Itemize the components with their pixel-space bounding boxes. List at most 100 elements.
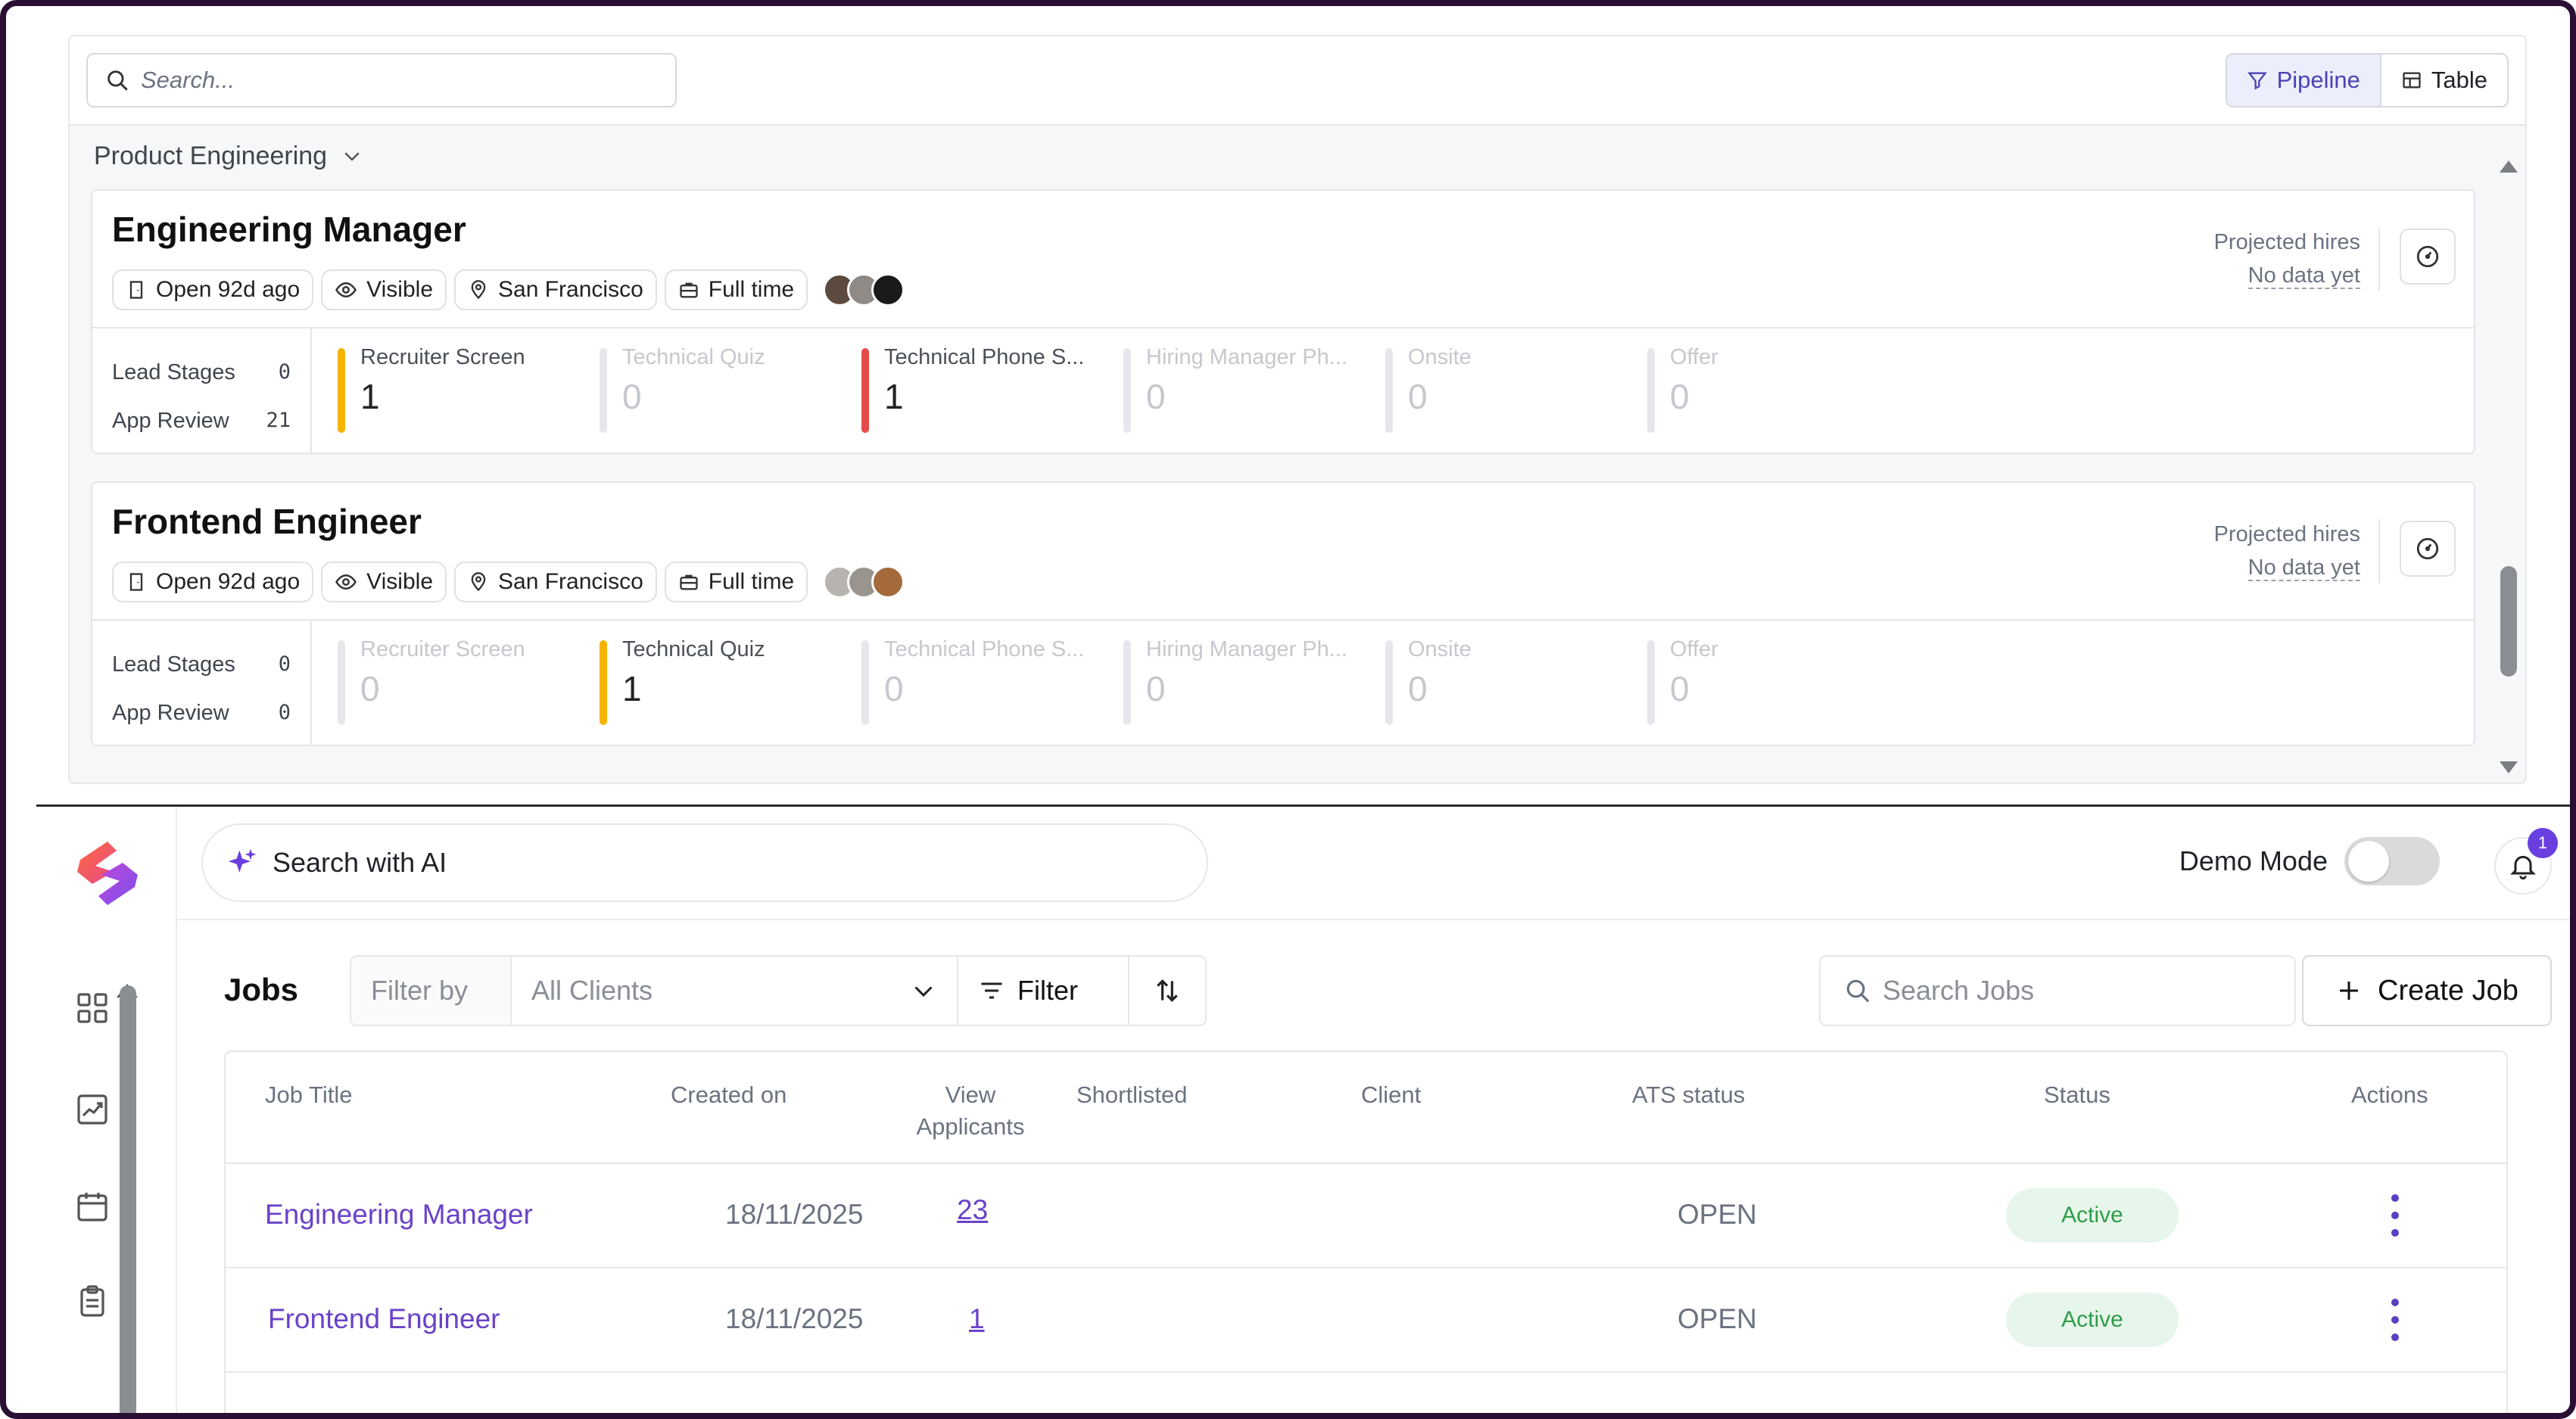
job-title-link[interactable]: Engineering Manager — [265, 1199, 533, 1231]
filter-lines-icon — [981, 982, 1002, 999]
map-pin-icon — [471, 572, 486, 592]
stage-indicator — [338, 640, 345, 725]
lead-stages-count[interactable]: 0 — [279, 640, 291, 689]
app-logo[interactable] — [71, 839, 144, 908]
col-client[interactable]: Client — [1361, 1079, 1421, 1111]
stage-count: 0 — [622, 377, 642, 416]
stage-count: 0 — [1670, 669, 1690, 708]
door-icon — [129, 281, 143, 299]
pipeline-view-button[interactable]: Pipeline — [2226, 54, 2381, 106]
stage-name: Technical Phone S... — [884, 345, 1085, 369]
applicants-count-link[interactable]: 23 — [957, 1194, 988, 1226]
scroll-thumb[interactable] — [2500, 566, 2517, 677]
col-created-on[interactable]: Created on — [671, 1079, 787, 1111]
table-row[interactable]: Engineering Manager 18/11/2025 23 OPEN A… — [226, 1164, 2506, 1268]
client-select[interactable]: All Clients — [512, 957, 958, 1025]
plus-icon — [2340, 982, 2359, 1000]
scroll-up-arrow[interactable] — [2500, 160, 2518, 173]
sort-button[interactable] — [1129, 957, 1205, 1025]
search-jobs-box[interactable] — [1819, 955, 2296, 1026]
app-review-count[interactable]: 0 — [279, 689, 291, 737]
row-actions-kebab-icon[interactable] — [2388, 1194, 2403, 1237]
hiring-team-avatars[interactable] — [823, 273, 905, 307]
app-review-count[interactable]: 21 — [266, 397, 291, 445]
stage-name: Technical Phone S... — [884, 637, 1085, 661]
stage-count: 0 — [1408, 669, 1428, 708]
stage-indicator — [861, 348, 869, 433]
applicants-count-link[interactable]: 1 — [969, 1303, 985, 1335]
job-card-title[interactable]: Engineering Manager — [112, 209, 466, 250]
job-card-title[interactable]: Frontend Engineer — [112, 501, 422, 542]
search-jobs-input[interactable] — [1883, 975, 2291, 1007]
table-row[interactable]: Frontend Engineer 18/11/2025 1 OPEN Acti… — [226, 1268, 2506, 1373]
job-title-link[interactable]: Frontend Engineer — [268, 1303, 500, 1335]
stage-onsite[interactable]: Onsite 0 — [1385, 345, 1647, 434]
table-view-button[interactable]: Table — [2381, 54, 2507, 106]
projected-hires-value[interactable]: No data yet — [2247, 555, 2360, 581]
employment-type-label: Full time — [708, 569, 795, 594]
notifications-button[interactable]: 1 — [2494, 828, 2558, 895]
sidebar — [36, 807, 177, 1413]
stage-name: Recruiter Screen — [360, 345, 525, 369]
stage-name: Offer — [1670, 345, 1718, 369]
lead-stages-count[interactable]: 0 — [279, 348, 291, 397]
divider — [2378, 519, 2380, 583]
stage-count: 0 — [360, 669, 380, 708]
stage-recruiter-screen[interactable]: Recruiter Screen 0 — [338, 637, 600, 727]
ats-search-input[interactable] — [141, 67, 640, 94]
row-actions-kebab-icon[interactable] — [2388, 1299, 2403, 1341]
stage-recruiter-screen[interactable]: Recruiter Screen 1 — [338, 345, 600, 434]
lead-stages-label: Lead Stages — [112, 360, 235, 384]
stage-onsite[interactable]: Onsite 0 — [1385, 637, 1647, 727]
ats-search-box[interactable] — [86, 53, 677, 107]
scroll-down-arrow[interactable] — [2500, 761, 2518, 773]
stage-technical-phone-screen[interactable]: Technical Phone S... 1 — [861, 345, 1123, 434]
col-shortlisted[interactable]: Shortlisted — [1076, 1079, 1187, 1111]
stage-hiring-manager-phone[interactable]: Hiring Manager Ph... 0 — [1123, 345, 1385, 434]
stage-technical-phone-screen[interactable]: Technical Phone S... 0 — [861, 637, 1123, 727]
pipeline-label: Pipeline — [2276, 67, 2360, 93]
demo-mode-toggle[interactable] — [2344, 837, 2440, 885]
stage-offer[interactable]: Offer 0 — [1647, 637, 1909, 727]
ats-status-value: OPEN — [1677, 1199, 1757, 1230]
filter-button[interactable]: Filter — [958, 957, 1129, 1025]
stage-name: Technical Quiz — [622, 637, 765, 661]
create-job-button[interactable]: Create Job — [2302, 955, 2552, 1026]
stage-technical-quiz[interactable]: Technical Quiz 0 — [600, 345, 861, 434]
dashboard-grid-icon[interactable] — [71, 987, 114, 1029]
open-age-label: Open 92d ago — [156, 569, 301, 594]
stage-name: Hiring Manager Ph... — [1146, 345, 1347, 369]
analytics-chart-icon[interactable] — [71, 1088, 114, 1131]
stage-technical-quiz[interactable]: Technical Quiz 1 — [600, 637, 861, 727]
eye-icon — [335, 574, 357, 590]
col-view-applicants[interactable]: View Applicants — [910, 1079, 1031, 1143]
job-card-frontend-engineer[interactable]: Frontend Engineer Open 92d ago Visible S… — [91, 481, 2475, 746]
projected-hires-value[interactable]: No data yet — [2247, 263, 2360, 289]
status-badge: Active — [2006, 1293, 2179, 1347]
ai-search-bar[interactable]: Search with AI — [201, 823, 1208, 902]
avatar — [871, 565, 905, 599]
stage-indicator — [1123, 640, 1131, 725]
stage-name: Onsite — [1408, 345, 1472, 369]
jobs-toolbar: Jobs Filter by All Clients Filter Search… — [177, 955, 2570, 1026]
department-group-toggle[interactable]: Product Engineering — [94, 133, 363, 179]
hiring-team-avatars[interactable] — [823, 565, 905, 599]
forecast-button[interactable] — [2400, 521, 2456, 577]
col-ats-status[interactable]: ATS status — [1632, 1079, 1745, 1111]
job-card-engineering-manager[interactable]: Engineering Manager Open 92d ago Visible… — [91, 189, 2475, 454]
created-date: 18/11/2025 — [725, 1199, 864, 1230]
stage-count: 1 — [360, 377, 380, 416]
sparkle-icon — [228, 848, 257, 873]
col-status[interactable]: Status — [2044, 1079, 2110, 1111]
table-label: Table — [2431, 67, 2487, 93]
stage-indicator — [1647, 640, 1655, 725]
sidebar-scroll-thumb[interactable] — [120, 985, 136, 1413]
view-toggle: Pipeline Table — [2225, 53, 2509, 107]
pipeline-scrollbar[interactable] — [2497, 127, 2519, 778]
col-job-title[interactable]: Job Title — [265, 1079, 352, 1111]
calendar-icon[interactable] — [71, 1185, 114, 1228]
stage-hiring-manager-phone[interactable]: Hiring Manager Ph... 0 — [1123, 637, 1385, 727]
forecast-button[interactable] — [2400, 229, 2456, 285]
clipboard-icon[interactable] — [71, 1281, 114, 1323]
stage-offer[interactable]: Offer 0 — [1647, 345, 1909, 434]
